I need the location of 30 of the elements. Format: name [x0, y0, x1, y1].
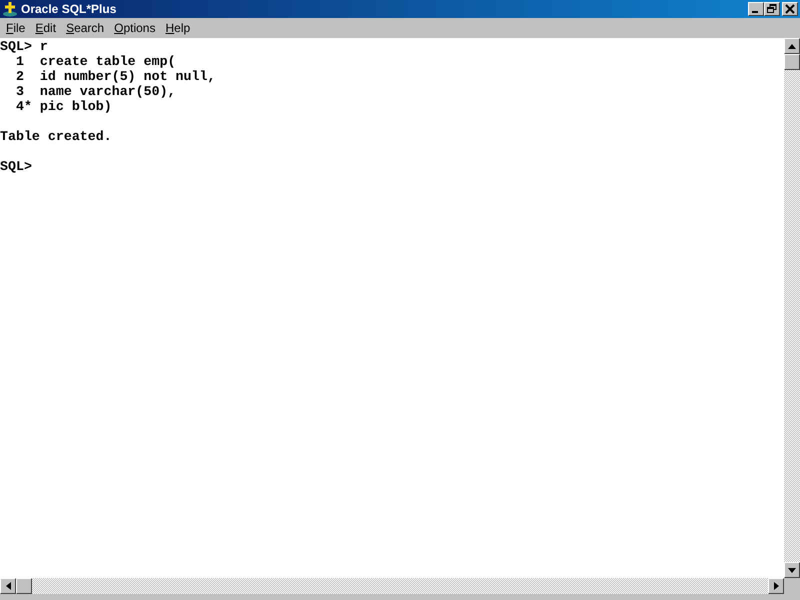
menu-item[interactable]: Search: [61, 20, 110, 36]
scroll-down-button[interactable]: [784, 562, 800, 578]
console-line: SQL>: [0, 159, 32, 174]
console-line: 2 id number(5) not null,: [14, 69, 216, 84]
window-title: Oracle SQL*Plus: [21, 2, 118, 16]
close-button[interactable]: [782, 2, 798, 16]
minimize-icon: [752, 11, 758, 13]
menu-item[interactable]: Options: [109, 20, 160, 36]
down-arrow-icon: [788, 568, 796, 572]
restore-button[interactable]: [764, 2, 780, 16]
console-line: 3 name varchar(50),: [14, 84, 176, 99]
menu-item[interactable]: Help: [160, 20, 196, 36]
close-icon: [785, 4, 795, 14]
right-arrow-icon: [774, 582, 778, 590]
scroll-thumb[interactable]: [16, 578, 32, 594]
scroll-left-button[interactable]: [0, 578, 16, 594]
menu-item[interactable]: Edit: [30, 20, 62, 36]
scroll-up-button[interactable]: [784, 38, 800, 54]
console-line: Table created.: [0, 129, 112, 144]
console-line: SQL> r: [0, 39, 48, 54]
app-icon: [2, 1, 18, 17]
menu-item[interactable]: File: [1, 20, 30, 36]
scroll-thumb[interactable]: [784, 54, 800, 70]
left-arrow-icon: [6, 582, 10, 590]
restore-icon: [767, 4, 777, 14]
up-arrow-icon: [788, 44, 796, 48]
minimize-button[interactable]: [748, 2, 764, 16]
console-line: 1 create table emp(: [14, 54, 176, 69]
console-line: 4* pic blob): [14, 99, 112, 114]
scroll-right-button[interactable]: [768, 578, 784, 594]
